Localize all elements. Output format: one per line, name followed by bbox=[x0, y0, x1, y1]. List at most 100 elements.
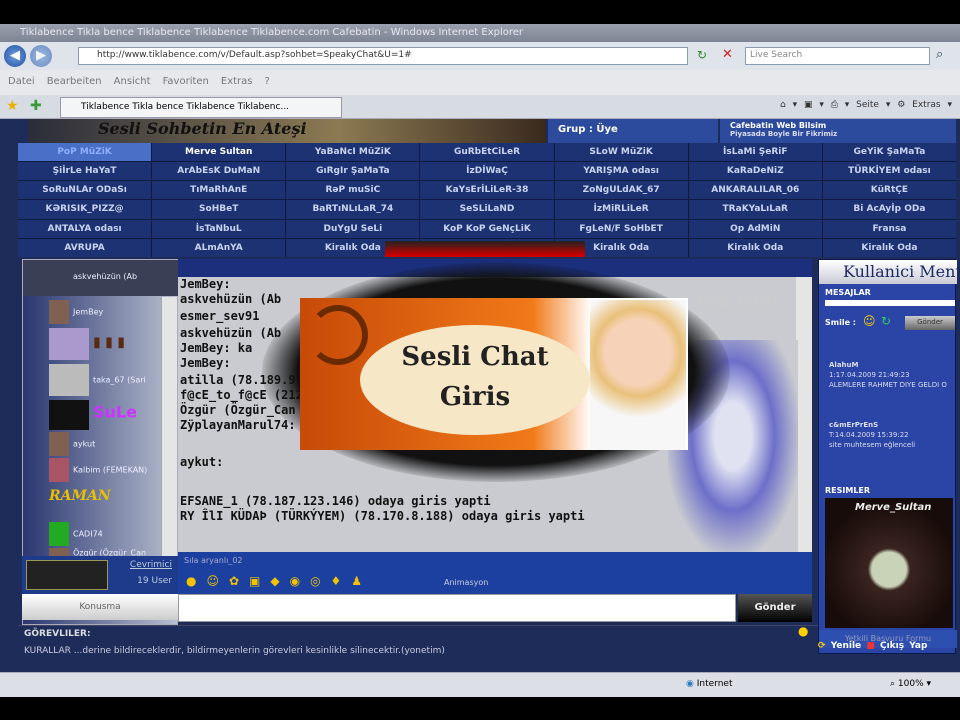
room-link[interactable]: Kiralık Oda bbox=[822, 238, 956, 257]
online-info: Cevrimici 19 User bbox=[22, 556, 178, 594]
refresh-icon[interactable]: ↻ bbox=[697, 48, 707, 62]
user-item[interactable]: taka_67 (Sari bbox=[49, 364, 146, 396]
messages-heading: MESAJLAR bbox=[825, 288, 871, 297]
menu-bearbeiten[interactable]: Bearbeiten bbox=[47, 76, 102, 87]
room-link[interactable]: GeYiK ŞaMaTa bbox=[822, 143, 956, 162]
room-link[interactable]: TRaKYaLıLaR bbox=[688, 200, 822, 219]
menu-help[interactable]: ? bbox=[265, 76, 270, 87]
room-link[interactable]: TıMaRhAnE bbox=[152, 181, 286, 200]
room-link[interactable]: ZoNgULdAK_67 bbox=[554, 181, 688, 200]
zone-indicator: ◉ Internet bbox=[686, 679, 732, 689]
web-title: Cafebatin Web Bilsim bbox=[730, 121, 827, 130]
room-link[interactable]: RəP muSiC bbox=[286, 181, 420, 200]
post-text: ALEMLERE RAHMET DIYE GELDI O bbox=[829, 381, 947, 389]
room-link[interactable]: SoRuNLAr ODaSı bbox=[18, 181, 152, 200]
address-bar: ◀ ▶ http://www.tiklabence.com/v/Default.… bbox=[0, 42, 960, 70]
page-menu[interactable]: Seite bbox=[856, 100, 879, 110]
room-link[interactable]: İsTaNbuL bbox=[152, 219, 286, 238]
search-icon[interactable]: ⌕ bbox=[936, 47, 943, 62]
ad-logo-icon bbox=[308, 305, 368, 365]
room-link[interactable]: GuRbEtCiLeR bbox=[420, 143, 554, 162]
chat-toolbar: Sıla aryanlı_02 ●☺✿▣◆◉◎♦♟ Animasyon bbox=[178, 552, 812, 594]
refresh-smile-icon[interactable]: ↻ bbox=[881, 314, 891, 328]
send-button[interactable]: Gönder bbox=[738, 594, 812, 622]
chat-scrollbar[interactable] bbox=[796, 277, 812, 552]
room-link[interactable]: YARIŞMA odası bbox=[554, 162, 688, 181]
room-link[interactable]: Bi AcAyİp ODa bbox=[822, 200, 956, 219]
ad-cloud-text[interactable]: Sesli Chat Giris bbox=[360, 325, 590, 435]
user-item[interactable]: JemBey bbox=[49, 300, 103, 324]
room-link[interactable]: KaYsErİLiLeR-38 bbox=[420, 181, 554, 200]
favorites-star-icon[interactable]: ★ bbox=[6, 98, 19, 114]
room-link[interactable]: İzMiRLiLeR bbox=[554, 200, 688, 219]
room-link[interactable]: SeSLiLaND bbox=[420, 200, 554, 219]
room-link[interactable]: KüRtÇE bbox=[822, 181, 956, 200]
member-picture[interactable]: Merve_Sultan bbox=[825, 498, 953, 628]
tab-bar: ★ ✚ Tiklabence Tikla bence Tiklabence Ti… bbox=[0, 95, 960, 119]
animasyon-link[interactable]: Animasyon bbox=[444, 578, 488, 587]
message-input[interactable] bbox=[178, 594, 736, 622]
user-item[interactable]: ▮ ▮ ▮ bbox=[49, 328, 125, 360]
room-link[interactable]: SoHBeT bbox=[152, 200, 286, 219]
post-author: c&mErPrEnS bbox=[829, 421, 879, 429]
message-send-button[interactable]: Gönder bbox=[905, 316, 955, 330]
tab-tiklabence[interactable]: Tiklabence Tikla bence Tiklabence Tiklab… bbox=[60, 97, 342, 118]
forward-button[interactable]: ▶ bbox=[30, 45, 52, 67]
room-link[interactable]: ANKARALILAR_06 bbox=[688, 181, 822, 200]
user-item[interactable]: RAMAN bbox=[49, 488, 111, 504]
zoom-control[interactable]: ⌕ 100% ▾ bbox=[890, 679, 931, 689]
smile-icon[interactable]: ☺ bbox=[863, 314, 876, 328]
yenile-button[interactable]: Yenile bbox=[831, 641, 861, 651]
url-input[interactable]: http://www.tiklabence.com/v/Default.asp?… bbox=[78, 47, 688, 65]
user-item[interactable]: SuLe bbox=[49, 400, 137, 430]
user-item[interactable]: aykut bbox=[49, 432, 95, 456]
room-link[interactable]: Merve Sultan bbox=[152, 143, 286, 162]
logout-button[interactable]: Çıkış Yap bbox=[880, 641, 927, 651]
room-link[interactable]: KƏRISIK_PIZZ@ bbox=[18, 200, 152, 219]
room-link[interactable]: Op AdMiN bbox=[688, 219, 822, 238]
room-link[interactable]: YaBaNcI MüZiK bbox=[286, 143, 420, 162]
tools-menu[interactable]: Extras bbox=[912, 100, 940, 110]
room-link[interactable]: İsLaMi ŞeRiF bbox=[688, 143, 822, 162]
room-link[interactable]: ANTALYA odası bbox=[18, 219, 152, 238]
konusma-button[interactable]: Konusma bbox=[22, 594, 178, 620]
menu-favoriten[interactable]: Favoriten bbox=[163, 76, 209, 87]
post-author: AlahuM bbox=[829, 361, 859, 369]
room-link[interactable]: KoP KoP GeNçLiK bbox=[420, 219, 554, 238]
room-link[interactable]: SLoW MüZiK bbox=[554, 143, 688, 162]
room-link[interactable]: DuYgU SeLi bbox=[286, 219, 420, 238]
user-item[interactable]: CADI74 bbox=[49, 522, 103, 546]
exit-icon: ■ bbox=[866, 641, 875, 651]
room-link[interactable]: KaRaDeNiZ bbox=[688, 162, 822, 181]
back-button[interactable]: ◀ bbox=[4, 45, 26, 67]
online-link[interactable]: Cevrimici bbox=[130, 560, 172, 570]
add-favorite-icon[interactable]: ✚ bbox=[30, 98, 42, 114]
gorevliler-label: GÖREVLILER: bbox=[18, 625, 818, 641]
room-link[interactable]: PoP MüZiK bbox=[18, 143, 152, 162]
ad-operator-image bbox=[590, 300, 686, 450]
menu-ansicht[interactable]: Ansicht bbox=[114, 76, 151, 87]
room-link[interactable]: ArAbEsK DuMaN bbox=[152, 162, 286, 181]
toolbar-top-text: Sıla aryanlı_02 bbox=[184, 556, 243, 565]
room-link[interactable]: GıRgIr ŞaMaTa bbox=[286, 162, 420, 181]
message-post: AlahuM 1:17.04.2009 21:49:23 ALEMLERE RAHM… bbox=[829, 360, 953, 390]
stop-icon[interactable]: ✕ bbox=[722, 47, 733, 62]
avatar bbox=[49, 458, 69, 482]
room-link[interactable]: FgLeN/F SoHbET bbox=[554, 219, 688, 238]
emoticon-icons[interactable]: ●☺✿▣◆◉◎♦♟ bbox=[186, 574, 372, 588]
room-link[interactable]: Kiralık Oda bbox=[688, 238, 822, 257]
room-link[interactable]: Fransa bbox=[822, 219, 956, 238]
room-link[interactable]: AVRUPA bbox=[18, 238, 152, 257]
menu-extras[interactable]: Extras bbox=[221, 76, 253, 87]
room-link[interactable]: BaRTıNLıLaR_74 bbox=[286, 200, 420, 219]
room-link[interactable]: ALmAnYA bbox=[152, 238, 286, 257]
room-link[interactable]: İzDİWaÇ bbox=[420, 162, 554, 181]
menu-datei[interactable]: Datei bbox=[8, 76, 35, 87]
room-link[interactable]: ŞiİrLe HaYaT bbox=[18, 162, 152, 181]
user-item[interactable]: Kalbim (FEMEKAN) bbox=[49, 458, 147, 482]
user-item[interactable]: askvehüzün (Ab bbox=[73, 272, 137, 281]
search-input[interactable]: Live Search bbox=[745, 47, 930, 65]
user-list-scrollbar[interactable] bbox=[161, 297, 177, 557]
avatar bbox=[49, 522, 69, 546]
room-link[interactable]: TÜRKİYEM odası bbox=[822, 162, 956, 181]
